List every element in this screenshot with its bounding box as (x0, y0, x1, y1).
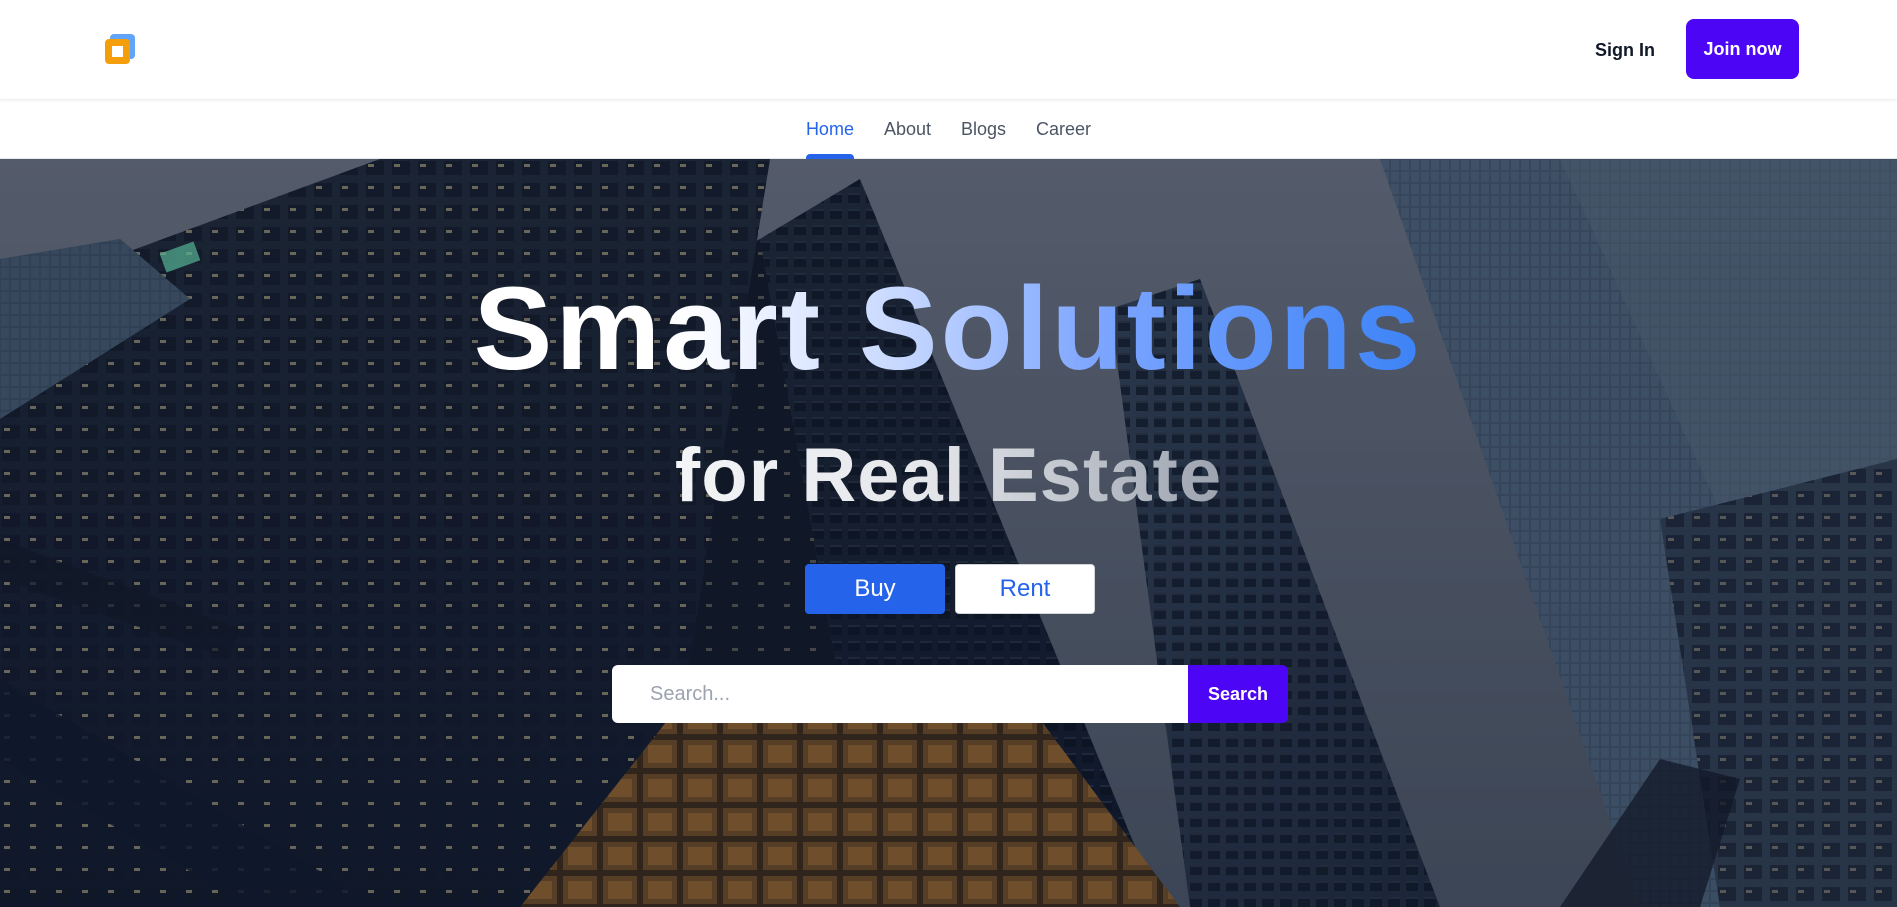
logo-icon[interactable] (104, 33, 136, 65)
main-nav: Home About Blogs Career (0, 99, 1897, 159)
buy-toggle-button[interactable]: Buy (805, 564, 945, 614)
hero-section: Smart Solutions for Real Estate Buy Rent… (0, 159, 1897, 907)
nav-item-career[interactable]: Career (1036, 99, 1091, 159)
nav-item-home[interactable]: Home (805, 99, 854, 159)
search-input[interactable] (612, 665, 1188, 723)
rent-toggle-button[interactable]: Rent (955, 564, 1095, 614)
hero-headline: Smart Solutions (0, 259, 1897, 399)
hero-subheadline: for Real Estate (674, 433, 1223, 518)
nav-item-blogs[interactable]: Blogs (961, 99, 1006, 159)
sign-in-link[interactable]: Sign In (1595, 38, 1655, 62)
nav-list: Home About Blogs Career (0, 99, 1897, 159)
search-button[interactable]: Search (1188, 665, 1288, 723)
top-header: Sign In Join now (0, 0, 1897, 99)
search-bar: Search (612, 665, 1288, 723)
join-now-button[interactable]: Join now (1686, 19, 1799, 79)
nav-item-about[interactable]: About (884, 99, 931, 159)
